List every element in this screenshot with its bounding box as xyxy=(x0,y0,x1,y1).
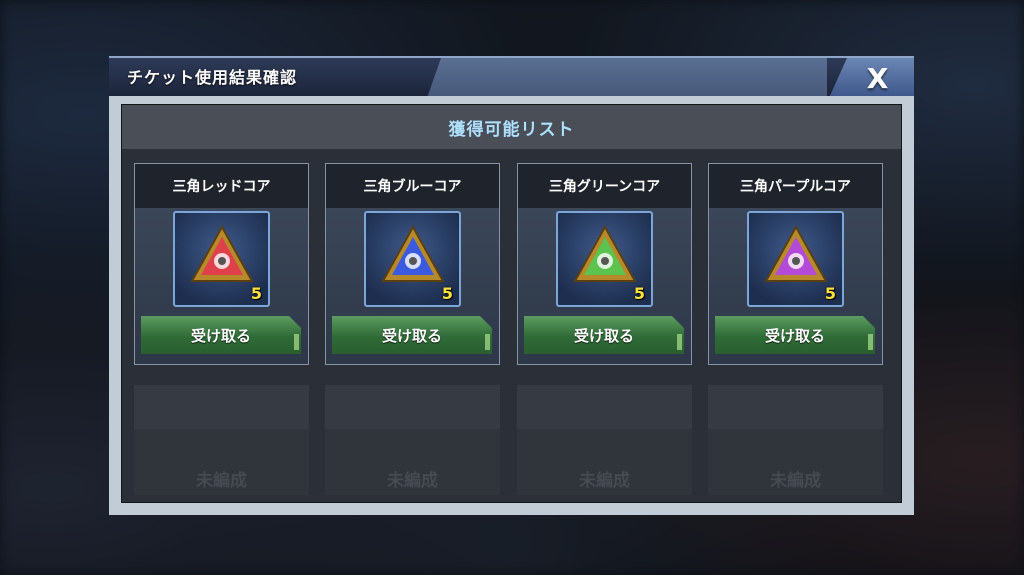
empty-slot: 未編成 xyxy=(325,385,500,495)
obtainable-list-panel: 獲得可能リスト 三角レッドコア 5 受け取る 三角ブルーコア 5 受け取る 三角… xyxy=(121,104,902,503)
reward-card-body: 5 受け取る xyxy=(135,208,308,364)
reward-card-body: 5 受け取る xyxy=(326,208,499,364)
receive-button[interactable]: 受け取る xyxy=(524,316,684,354)
empty-slot: 未編成 xyxy=(517,385,692,495)
receive-button[interactable]: 受け取る xyxy=(715,316,875,354)
reward-count: 5 xyxy=(633,284,645,303)
reward-count: 5 xyxy=(441,284,453,303)
empty-slot-label: 未編成 xyxy=(579,471,630,491)
reward-item-frame[interactable]: 5 xyxy=(556,211,653,307)
close-icon[interactable]: X xyxy=(867,62,889,95)
dialog-titlebar: チケット使用結果確認 X xyxy=(109,56,914,98)
reward-card-purple: 三角パープルコア 5 受け取る xyxy=(708,163,883,365)
empty-slot: 未編成 xyxy=(708,385,883,495)
reward-name: 三角グリーンコア xyxy=(518,164,691,208)
reward-name: 三角パープルコア xyxy=(709,164,882,208)
reward-name: 三角レッドコア xyxy=(135,164,308,208)
reward-count: 5 xyxy=(250,284,262,303)
ticket-result-dialog: チケット使用結果確認 X 獲得可能リスト 三角レッドコア 5 受け取る 三角ブル… xyxy=(109,56,914,515)
empty-slot-label: 未編成 xyxy=(387,471,438,491)
triangle-core-blue-icon xyxy=(381,224,445,282)
receive-button[interactable]: 受け取る xyxy=(332,316,492,354)
dialog-title: チケット使用結果確認 xyxy=(127,68,298,87)
reward-card-green: 三角グリーンコア 5 受け取る xyxy=(517,163,692,365)
reward-card-red: 三角レッドコア 5 受け取る xyxy=(134,163,309,365)
triangle-core-red-icon xyxy=(190,224,254,282)
reward-name: 三角ブルーコア xyxy=(326,164,499,208)
receive-button[interactable]: 受け取る xyxy=(141,316,301,354)
empty-slot: 未編成 xyxy=(134,385,309,495)
dialog-body: 獲得可能リスト 三角レッドコア 5 受け取る 三角ブルーコア 5 受け取る 三角… xyxy=(109,96,914,515)
close-button[interactable]: X xyxy=(829,58,914,98)
reward-item-frame[interactable]: 5 xyxy=(173,211,270,307)
panel-header: 獲得可能リスト xyxy=(122,105,901,149)
reward-item-frame[interactable]: 5 xyxy=(364,211,461,307)
reward-card-blue: 三角ブルーコア 5 受け取る xyxy=(325,163,500,365)
triangle-core-purple-icon xyxy=(764,224,828,282)
reward-item-frame[interactable]: 5 xyxy=(747,211,844,307)
triangle-core-green-icon xyxy=(573,224,637,282)
empty-slot-label: 未編成 xyxy=(770,471,821,491)
empty-slot-label: 未編成 xyxy=(196,471,247,491)
reward-card-body: 5 受け取る xyxy=(709,208,882,364)
reward-card-body: 5 受け取る xyxy=(518,208,691,364)
reward-count: 5 xyxy=(824,284,836,303)
